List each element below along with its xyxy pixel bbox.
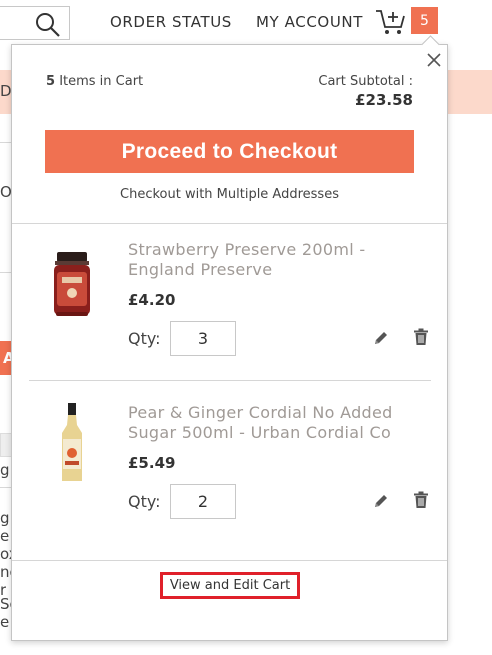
product-price: £4.20 bbox=[128, 291, 176, 309]
product-name-link[interactable]: Strawberry Preserve 200ml - England Pres… bbox=[128, 240, 428, 280]
divider bbox=[12, 223, 447, 224]
pencil-edit-icon[interactable] bbox=[372, 492, 390, 510]
search-box[interactable] bbox=[0, 6, 70, 40]
items-count-number: 5 bbox=[46, 74, 56, 89]
page-text-fragment: g bbox=[0, 461, 10, 479]
cart-subtotal-label: Cart Subtotal : bbox=[318, 74, 413, 89]
view-and-edit-cart-link[interactable]: View and Edit Cart bbox=[160, 572, 300, 599]
dropdown-caret bbox=[421, 35, 440, 54]
product-price: £5.49 bbox=[128, 454, 176, 472]
trash-icon[interactable] bbox=[412, 328, 430, 346]
product-name-link[interactable]: Pear & Ginger Cordial No Added Sugar 500… bbox=[128, 403, 428, 443]
pencil-edit-icon[interactable] bbox=[372, 329, 390, 347]
order-status-link[interactable]: ORDER STATUS bbox=[110, 13, 232, 31]
qty-label: Qty: bbox=[128, 492, 161, 511]
close-icon[interactable] bbox=[426, 52, 442, 68]
divider bbox=[29, 380, 431, 381]
minicart-dropdown: 5 Items in Cart Cart Subtotal : £23.58 P… bbox=[11, 35, 448, 641]
page-text-fragment: g bbox=[0, 509, 10, 527]
page-text-fragment: e bbox=[0, 527, 10, 545]
items-in-cart-count: 5 Items in Cart bbox=[46, 74, 143, 89]
cart-subtotal-value: £23.58 bbox=[355, 91, 413, 109]
divider bbox=[12, 560, 447, 561]
cart-count-badge[interactable]: 5 bbox=[411, 7, 438, 34]
qty-input[interactable]: 2 bbox=[170, 484, 236, 519]
cart-icon[interactable] bbox=[375, 8, 407, 36]
qty-label: Qty: bbox=[128, 329, 161, 348]
trash-icon[interactable] bbox=[412, 491, 430, 509]
search-icon[interactable] bbox=[35, 12, 61, 38]
product-image-pear-ginger-cordial[interactable] bbox=[47, 403, 97, 483]
proceed-to-checkout-button[interactable]: Proceed to Checkout bbox=[45, 130, 414, 173]
checkout-multiple-addresses-link[interactable]: Checkout with Multiple Addresses bbox=[12, 187, 447, 202]
page-text-fragment: e bbox=[0, 613, 10, 631]
my-account-link[interactable]: MY ACCOUNT bbox=[256, 13, 363, 31]
product-image-strawberry-preserve[interactable] bbox=[47, 250, 97, 330]
qty-input[interactable]: 3 bbox=[170, 321, 236, 356]
items-count-label: Items in Cart bbox=[59, 74, 144, 89]
